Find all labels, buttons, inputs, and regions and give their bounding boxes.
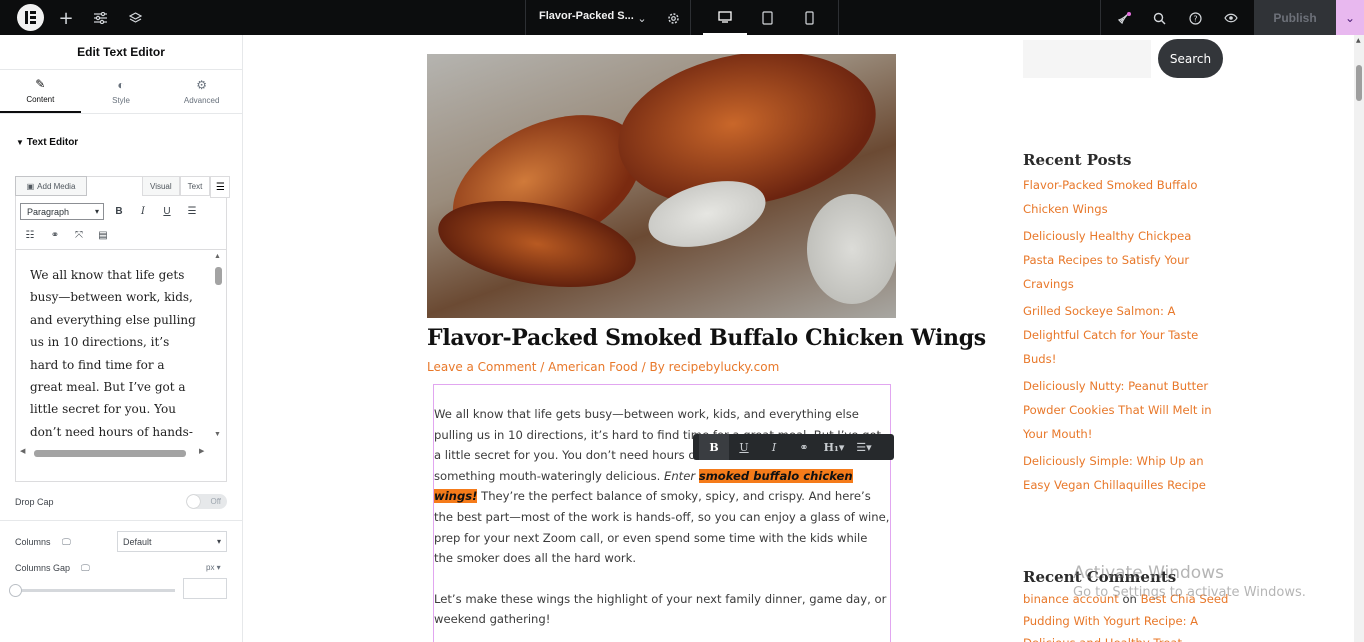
recent-post-link[interactable]: Deliciously Healthy Chickpea Pasta Recip… — [1023, 224, 1223, 296]
tablet-view-icon[interactable] — [745, 0, 789, 35]
recent-post-link[interactable]: Grilled Sockeye Salmon: A Delightful Cat… — [1023, 299, 1223, 371]
columns-select[interactable]: Default — [117, 531, 227, 552]
link-icon[interactable]: ⚭ — [45, 225, 65, 245]
italic-icon[interactable]: I — [133, 201, 153, 221]
recent-posts-title: Recent Posts — [1023, 151, 1132, 169]
tab-text[interactable]: Text — [179, 176, 211, 196]
drop-cap-label: Drop Cap — [15, 497, 54, 507]
half-circle-icon: ◐ — [117, 78, 125, 92]
tab-style[interactable]: ◐ Style — [81, 70, 162, 113]
inline-format-toolbar: B U I ⚭ H₁▾ ☰▾ — [693, 434, 894, 460]
post-featured-image — [427, 54, 896, 318]
bullet-list-icon[interactable]: ☰ — [182, 201, 202, 221]
gear-icon: ⚙ — [196, 78, 208, 92]
structure-layers-icon[interactable] — [125, 8, 145, 28]
underline-icon[interactable]: U — [157, 201, 177, 221]
editor-horizontal-scrollbar[interactable]: ◀ ▶ — [16, 445, 211, 460]
toolbar-toggle-icon[interactable]: ☰ — [210, 176, 231, 198]
top-bar: + Flavor-Packed S... ⌄ ? Publish ⌄ — [0, 0, 1364, 35]
columns-gap-slider[interactable] — [15, 589, 175, 592]
panel-title: Edit Text Editor — [0, 35, 242, 70]
post-title: Flavor-Packed Smoked Buffalo Chicken Win… — [427, 325, 986, 351]
tab-advanced[interactable]: ⚙ Advanced — [161, 70, 242, 113]
paragraph-2: Let’s make these wings the highlight of … — [434, 591, 887, 627]
chevron-down-icon[interactable]: ⌄ — [632, 8, 652, 28]
paragraph-1: We all know that life gets busy—between … — [434, 407, 890, 566]
editor-content[interactable]: We all know that life gets busy—between … — [16, 251, 211, 439]
desktop-view-icon[interactable] — [703, 0, 747, 35]
notifications-rocket-icon[interactable] — [1114, 8, 1134, 28]
bold-icon[interactable]: B — [109, 201, 129, 221]
editor-toolbar: Paragraph B I U ☰ ☷ ⚭ ⤧ ▤ — [16, 198, 226, 250]
publish-button[interactable]: Publish — [1254, 0, 1336, 35]
recent-posts-list: Flavor-Packed Smoked Buffalo Chicken Win… — [1023, 173, 1223, 500]
svg-text:?: ? — [1193, 14, 1197, 23]
page-settings-gear-icon[interactable] — [663, 8, 683, 28]
publish-options-chevron-icon[interactable]: ⌄ — [1336, 0, 1364, 35]
add-element-icon[interactable]: + — [56, 8, 76, 29]
fullscreen-icon[interactable]: ⤧ — [69, 225, 89, 245]
drop-cap-toggle[interactable]: Off — [186, 494, 227, 509]
tab-visual[interactable]: Visual — [142, 176, 180, 196]
responsive-desktop-icon[interactable]: 🖵 — [62, 537, 71, 548]
caret-down-icon: ▼ — [16, 138, 24, 147]
section-toggle-text-editor[interactable]: ▼ Text Editor — [16, 137, 78, 148]
columns-gap-input[interactable] — [183, 578, 227, 599]
page-scrollbar[interactable]: ▲ — [1354, 35, 1364, 642]
search-icon[interactable] — [1149, 8, 1169, 28]
bold-icon[interactable]: B — [699, 434, 729, 460]
help-icon[interactable]: ? — [1185, 8, 1205, 28]
search-button[interactable]: Search — [1158, 39, 1223, 78]
list-select-icon[interactable]: ☰▾ — [849, 434, 879, 460]
pencil-icon: ✎ — [35, 77, 46, 91]
windows-activation-watermark: Activate Windows Go to Settings to activ… — [1073, 563, 1306, 600]
numbered-list-icon[interactable]: ☷ — [20, 225, 40, 245]
link-icon[interactable]: ⚭ — [789, 434, 819, 460]
slider-handle[interactable] — [9, 584, 22, 597]
preview-canvas: Flavor-Packed Smoked Buffalo Chicken Win… — [244, 35, 1364, 642]
columns-gap-label: Columns Gap — [15, 563, 71, 573]
recent-post-link[interactable]: Flavor-Packed Smoked Buffalo Chicken Win… — [1023, 173, 1223, 221]
responsive-desktop-icon[interactable]: 🖵 — [81, 563, 90, 574]
tab-label: Content — [26, 95, 55, 104]
tab-label: Advanced — [183, 96, 220, 105]
page-title[interactable]: Flavor-Packed S... — [539, 10, 634, 22]
media-icon: ▣ — [26, 181, 35, 191]
paragraph-format-select[interactable]: Paragraph — [20, 203, 104, 220]
read-more-icon[interactable]: ▤ — [93, 225, 113, 245]
columns-label: Columns — [15, 537, 51, 547]
post-meta[interactable]: Leave a Comment / American Food / By rec… — [427, 360, 779, 374]
underline-icon[interactable]: U — [729, 434, 759, 460]
elementor-logo-icon[interactable] — [17, 4, 44, 31]
unit-select[interactable]: px ▾ — [206, 563, 221, 572]
panel-tabs: ✎ Content ◐ Style ⚙ Advanced — [0, 70, 242, 114]
italic-icon[interactable]: I — [759, 434, 789, 460]
tab-label: Style — [112, 96, 130, 105]
add-media-button[interactable]: ▣ Add Media — [15, 176, 87, 196]
recent-post-link[interactable]: Deliciously Nutty: Peanut Butter Powder … — [1023, 374, 1223, 446]
sidebar-search-input[interactable] — [1023, 40, 1151, 78]
add-media-label: Add Media — [37, 181, 76, 191]
heading-select-icon[interactable]: H₁▾ — [819, 434, 849, 460]
section-title: Text Editor — [26, 137, 79, 148]
site-settings-icon[interactable] — [90, 8, 110, 28]
recent-post-link[interactable]: Deliciously Simple: Whip Up an Easy Vega… — [1023, 449, 1223, 497]
editor-panel: Edit Text Editor ✎ Content ◐ Style ⚙ Adv… — [0, 35, 243, 642]
mobile-view-icon[interactable] — [787, 0, 831, 35]
editor-mode-tabs: Visual Text ☰ — [142, 176, 231, 198]
tab-content[interactable]: ✎ Content — [0, 70, 81, 113]
editor-vertical-scrollbar[interactable]: ▲ ▼ — [211, 251, 226, 443]
preview-eye-icon[interactable] — [1221, 8, 1241, 28]
